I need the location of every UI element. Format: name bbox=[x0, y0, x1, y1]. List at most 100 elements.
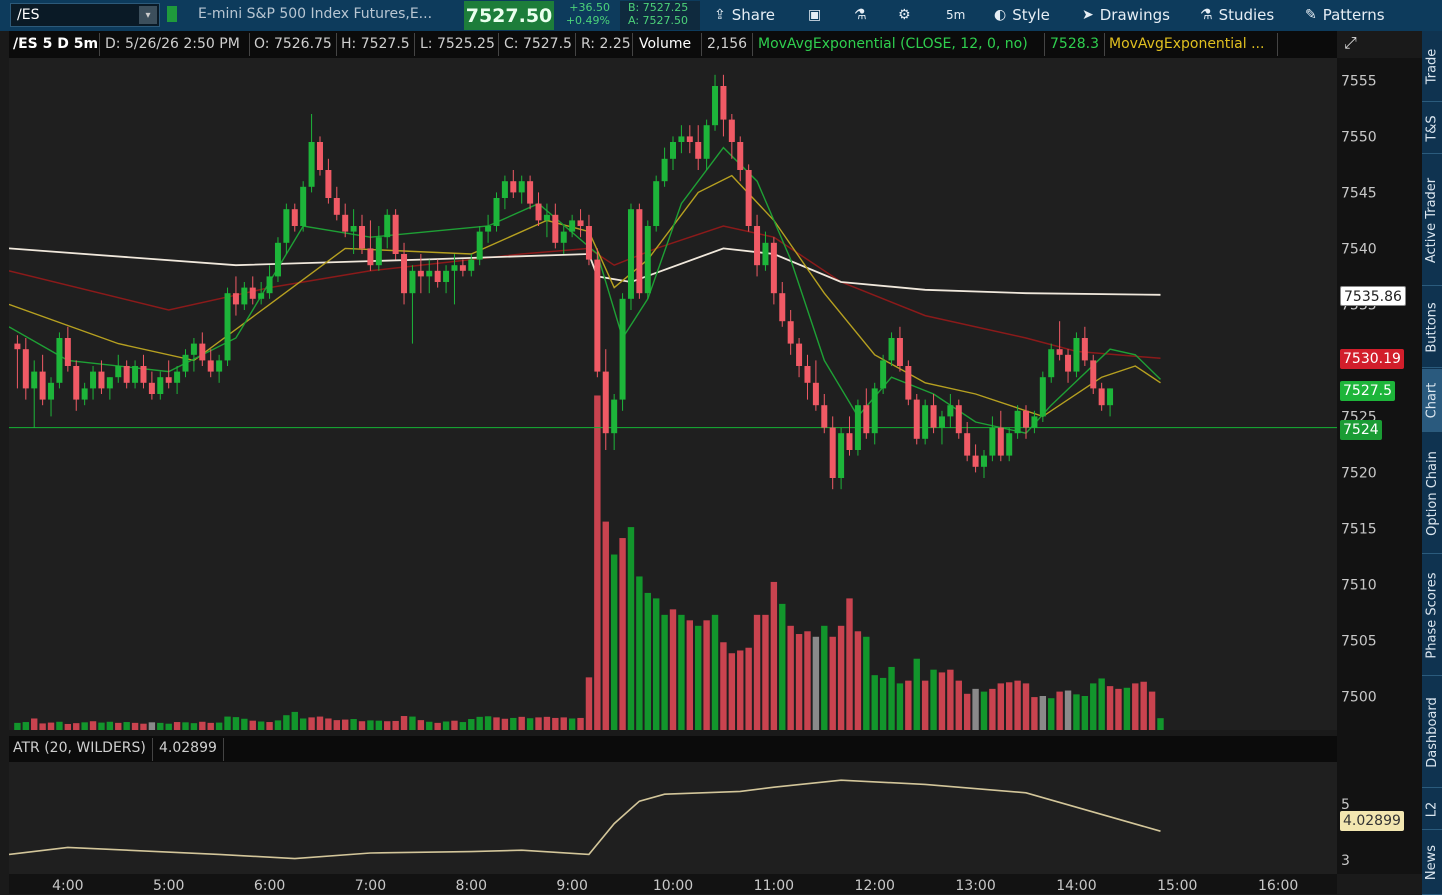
time-tick-label: 8:00 bbox=[456, 878, 487, 894]
studies-label: Studies bbox=[1218, 6, 1275, 24]
sidebar-tab-l2[interactable]: L2 bbox=[1422, 789, 1442, 830]
candle-body bbox=[384, 214, 391, 238]
patterns-button[interactable]: ✎ Patterns bbox=[1305, 4, 1385, 26]
volume-bar bbox=[678, 614, 685, 730]
time-tick-label: 14:00 bbox=[1056, 878, 1096, 894]
candle-body bbox=[972, 455, 979, 467]
sidebar-tab-trade[interactable]: Trade bbox=[1422, 31, 1442, 102]
volume-value: 2,156 bbox=[707, 36, 748, 52]
cursor-icon: ➤ bbox=[1082, 7, 1094, 23]
sidebar-tab-dashboard[interactable]: Dashboard bbox=[1422, 677, 1442, 788]
candle-body bbox=[426, 270, 433, 277]
candle-body bbox=[367, 248, 374, 266]
volume-bar bbox=[224, 716, 231, 730]
bar-close: C: 7527.5 bbox=[504, 36, 572, 52]
volume-bar bbox=[459, 722, 467, 730]
candle-body bbox=[602, 371, 609, 434]
time-axis-svg: 4:00 5:00 6:00 7:00 8:00 9:00 10:00 11:00 12:00 1… bbox=[52, 878, 1298, 894]
candle-body bbox=[283, 209, 290, 243]
atr-chart-svg[interactable] bbox=[9, 762, 1337, 874]
style-label: Style bbox=[1012, 6, 1050, 24]
candle-body bbox=[947, 405, 954, 417]
sidebar-tab-buttons[interactable]: Buttons bbox=[1422, 287, 1442, 368]
candle-body bbox=[754, 226, 761, 266]
volume-bar bbox=[804, 631, 811, 730]
volume-bar bbox=[31, 718, 38, 730]
sidebar-tab-label: News bbox=[1424, 844, 1440, 881]
volume-bar bbox=[938, 672, 946, 730]
patterns-icon: ✎ bbox=[1305, 7, 1317, 23]
volume-bar bbox=[526, 718, 534, 730]
studies-button[interactable]: ⚗ Studies bbox=[1200, 4, 1274, 26]
volume-bar bbox=[518, 716, 525, 730]
horizontal-line-tag: 7524 bbox=[1340, 420, 1382, 440]
candle-body bbox=[359, 226, 366, 249]
style-button[interactable]: ◐ Style bbox=[994, 4, 1050, 26]
candle-body bbox=[148, 382, 155, 394]
volume-bar bbox=[1022, 683, 1030, 730]
volume-bar bbox=[325, 718, 332, 730]
sidebar-tab-t-s[interactable]: T&S bbox=[1422, 103, 1442, 154]
flask-button[interactable]: ⚗ bbox=[854, 4, 873, 26]
volume-bar bbox=[955, 680, 962, 730]
candle-body bbox=[274, 242, 281, 277]
candle-body bbox=[123, 366, 130, 383]
sidebar-tab-news[interactable]: News bbox=[1422, 831, 1442, 895]
volume-bar bbox=[257, 721, 265, 730]
volume-bar bbox=[81, 722, 88, 730]
volume-bar bbox=[930, 669, 937, 730]
price-axis[interactable]: 7500750575107515752075257530753575407545… bbox=[1337, 58, 1422, 874]
candle-body bbox=[871, 388, 878, 434]
sidebar-tab-chart[interactable]: Chart bbox=[1422, 369, 1442, 432]
volume-bar bbox=[896, 683, 904, 730]
atr-chart[interactable] bbox=[9, 762, 1337, 874]
price-chart[interactable] bbox=[9, 58, 1337, 730]
candle-body bbox=[417, 270, 424, 277]
volume-bar bbox=[720, 642, 727, 730]
candle-body bbox=[812, 382, 819, 406]
timeframe-button[interactable]: 5m bbox=[946, 4, 965, 26]
volume-label[interactable]: Volume bbox=[639, 36, 691, 52]
candle-body bbox=[770, 242, 777, 294]
share-button[interactable]: ⇪ Share bbox=[714, 4, 775, 26]
settings-button[interactable]: ⚙ bbox=[898, 4, 917, 26]
candle-body bbox=[392, 214, 399, 254]
candle-body bbox=[190, 343, 197, 355]
candle-body bbox=[821, 405, 828, 428]
sidebar-tab-label: Chart bbox=[1424, 382, 1440, 418]
sidebar-tab-option-chain[interactable]: Option Chain bbox=[1422, 433, 1442, 554]
atr-label[interactable]: ATR (20, WILDERS) bbox=[13, 740, 146, 756]
volume-bar bbox=[140, 723, 147, 730]
ema1-label[interactable]: MovAvgExponential (CLOSE, 12, 0, no) bbox=[758, 36, 1028, 52]
volume-bar bbox=[980, 691, 988, 730]
candle-body bbox=[762, 242, 769, 266]
symbol-period[interactable]: /ES 5 D 5m bbox=[13, 36, 98, 52]
candle-body bbox=[846, 433, 853, 450]
candle-body bbox=[1090, 360, 1097, 389]
volume-bar bbox=[610, 554, 618, 730]
symbol-selector[interactable]: ▾ bbox=[10, 3, 160, 27]
volume-bar bbox=[560, 717, 567, 730]
time-axis[interactable]: 4:00 5:00 6:00 7:00 8:00 9:00 10:00 11:00 12:00 1… bbox=[9, 874, 1337, 894]
volume-bar bbox=[854, 631, 862, 730]
drawings-button[interactable]: ➤ Drawings bbox=[1082, 4, 1170, 26]
symbol-dropdown-icon[interactable]: ▾ bbox=[139, 6, 157, 24]
bid-price: B: 7527.25 bbox=[628, 1, 689, 14]
volume-bar bbox=[963, 693, 971, 730]
expand-icon[interactable]: ⤢ bbox=[1344, 33, 1357, 53]
sidebar-tab-phase-scores[interactable]: Phase Scores bbox=[1422, 555, 1442, 676]
candle-body bbox=[325, 170, 332, 198]
snapshot-button[interactable]: ▣ bbox=[808, 4, 827, 26]
sidebar-tab-label: Active Trader bbox=[1424, 177, 1440, 263]
ema2-label[interactable]: MovAvgExponential ... bbox=[1109, 36, 1264, 52]
candle-body bbox=[644, 226, 651, 294]
link-group-indicator[interactable] bbox=[167, 6, 177, 22]
candle-body bbox=[316, 142, 323, 170]
candle-body bbox=[661, 158, 668, 182]
price-tick-label: 7520 bbox=[1341, 465, 1377, 481]
volume-bar bbox=[367, 720, 374, 730]
symbol-input[interactable] bbox=[11, 6, 129, 24]
bid-ask: B: 7527.25 A: 7527.50 bbox=[620, 1, 700, 30]
price-chart-svg[interactable] bbox=[9, 58, 1337, 730]
sidebar-tab-active-trader[interactable]: Active Trader bbox=[1422, 155, 1442, 286]
